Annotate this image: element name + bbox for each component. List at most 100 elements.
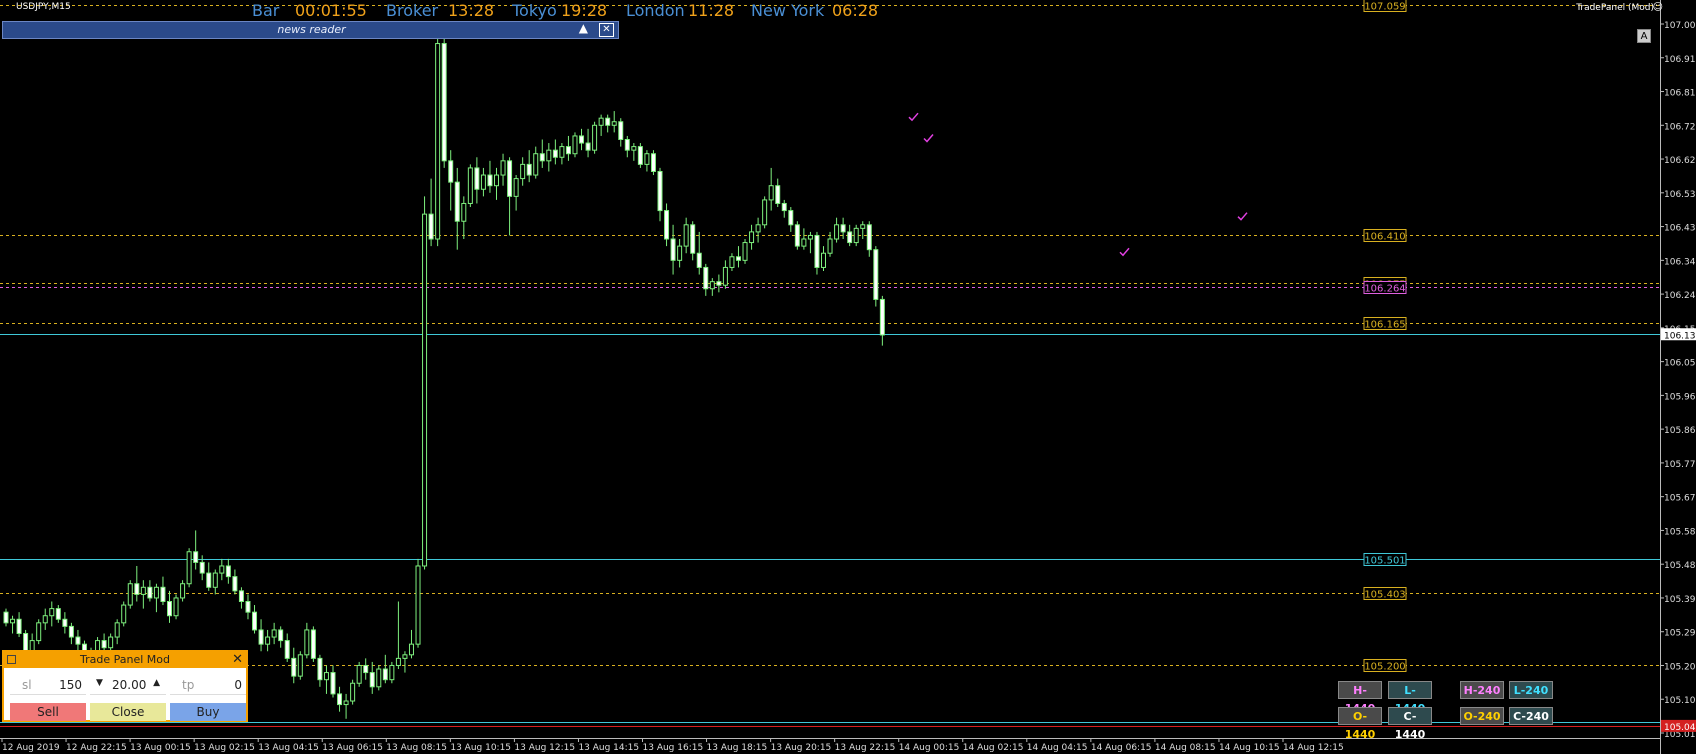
candle	[36, 619, 42, 645]
candle-body	[3, 611, 9, 624]
candle-body	[284, 640, 290, 659]
buy-button[interactable]: Buy	[170, 703, 246, 721]
candle-body	[199, 561, 205, 574]
candle	[180, 580, 186, 602]
sell-button[interactable]: Sell	[10, 703, 86, 721]
session-time: 13:28	[448, 1, 495, 20]
time-tick-label: 13 Aug 02:15	[194, 743, 255, 753]
time-tick-label: 13 Aug 06:15	[322, 743, 383, 753]
candle	[637, 143, 643, 168]
price-level-tag: 105.501	[1363, 553, 1407, 567]
price-level-tag-label: 106.264	[1364, 284, 1405, 295]
take-profit-field[interactable]: tp 0	[170, 676, 246, 695]
candle-body	[343, 700, 349, 706]
candle-body	[173, 597, 179, 617]
candle-body	[494, 174, 499, 187]
trade-panel-title: Trade Panel Mod	[4, 652, 246, 668]
candle-body	[68, 625, 74, 638]
increase-lot-icon[interactable]: ▲	[153, 678, 160, 688]
candle-body	[664, 210, 670, 240]
candle-body	[252, 611, 258, 631]
candle-body	[579, 135, 585, 144]
price-tick-label: 106.815	[1664, 89, 1696, 99]
candle-body	[448, 160, 454, 183]
news-reader-bar[interactable]: news reader ▲ ✕	[2, 21, 619, 39]
lot-value[interactable]: 20.00	[112, 678, 146, 692]
candle-body	[631, 146, 637, 151]
candle-body	[10, 618, 16, 624]
candle-body	[487, 174, 493, 187]
level-toggle-button[interactable]: L-1440	[1388, 681, 1432, 715]
level-toggle-button[interactable]: H-1440	[1338, 681, 1382, 715]
price-tick-label: 105.960	[1664, 392, 1696, 402]
time-tick-label: 14 Aug 10:15	[1219, 743, 1280, 753]
candle-body	[690, 224, 696, 254]
candle-body	[821, 252, 826, 268]
level-toggle-button[interactable]: L-240	[1509, 681, 1553, 699]
session-label: Bar	[252, 1, 280, 20]
price-tick-label: 106.720	[1664, 122, 1696, 132]
candle-body	[860, 224, 866, 229]
candle-body	[552, 149, 558, 158]
close-position-button[interactable]: Close	[90, 703, 166, 721]
candle-body	[749, 231, 755, 244]
candle-body	[827, 238, 833, 254]
smiley-icon: ☺	[1652, 2, 1663, 13]
candle-body	[75, 636, 81, 645]
decrease-lot-icon[interactable]: ▼	[96, 678, 103, 688]
candle	[415, 558, 421, 648]
lot-size-stepper[interactable]: ▼ 20.00 ▲	[90, 676, 166, 695]
candle	[310, 626, 316, 662]
tp-value[interactable]: 0	[234, 678, 242, 692]
time-tick-label: 13 Aug 16:15	[643, 743, 704, 753]
candle-body	[735, 256, 741, 261]
level-toggle-button[interactable]: O-240	[1460, 707, 1504, 725]
level-toggle-button[interactable]: C-240	[1509, 707, 1553, 725]
candle-body	[520, 163, 526, 180]
price-tick-label: 106.910	[1664, 55, 1696, 65]
sl-value[interactable]: 150	[59, 678, 82, 692]
candle-body	[526, 163, 532, 176]
candle-body	[408, 643, 414, 656]
candle-body	[265, 636, 271, 645]
time-tick-label: 13 Aug 00:15	[130, 743, 191, 753]
minimize-icon[interactable]	[7, 655, 16, 664]
candle-body	[513, 178, 519, 197]
news-reader-title: news reader	[277, 23, 346, 36]
current-price-label: 106.132	[1664, 331, 1696, 341]
time-tick-label: 14 Aug 06:15	[1091, 743, 1152, 753]
candle-body	[317, 657, 323, 681]
collapse-icon[interactable]: ▲	[579, 21, 588, 35]
candle-body	[722, 266, 728, 286]
price-level-tag-label: 105.501	[1364, 556, 1405, 567]
candle-body	[356, 664, 362, 684]
price-tick-label: 105.485	[1664, 561, 1696, 571]
close-icon[interactable]: ✕	[599, 23, 614, 37]
autoscroll-button[interactable]: A	[1637, 29, 1651, 43]
candle-body	[219, 565, 225, 574]
candle-body	[369, 672, 375, 688]
level-toggle-button[interactable]: H-240	[1460, 681, 1504, 699]
candle-body	[794, 224, 800, 247]
price-chart[interactable]: 107.005 106.910 106.815 106.720 106.625 106.5…	[0, 0, 1696, 754]
stop-loss-field[interactable]: sl 150	[10, 676, 86, 695]
candle-body	[167, 601, 172, 617]
candle-body	[507, 160, 513, 197]
time-tick-label: 14 Aug 00:15	[899, 743, 960, 753]
level-toggle-button[interactable]: O-1440	[1338, 707, 1382, 741]
candle-body	[703, 266, 709, 290]
candle-body	[598, 117, 604, 126]
time-tick-label: 12 Aug 2019	[2, 743, 60, 753]
close-icon[interactable]: ✕	[232, 652, 243, 668]
candle-body	[716, 281, 722, 286]
candle-body	[232, 576, 238, 592]
candle-body	[840, 224, 846, 233]
time-tick-label: 13 Aug 08:15	[386, 743, 447, 753]
candle	[762, 196, 768, 229]
candle-body	[539, 153, 545, 162]
candle-body	[814, 234, 820, 268]
level-toggle-button[interactable]: C-1440	[1388, 707, 1432, 741]
candle	[572, 132, 578, 158]
candle-body	[101, 640, 107, 649]
candle-body	[611, 121, 617, 126]
